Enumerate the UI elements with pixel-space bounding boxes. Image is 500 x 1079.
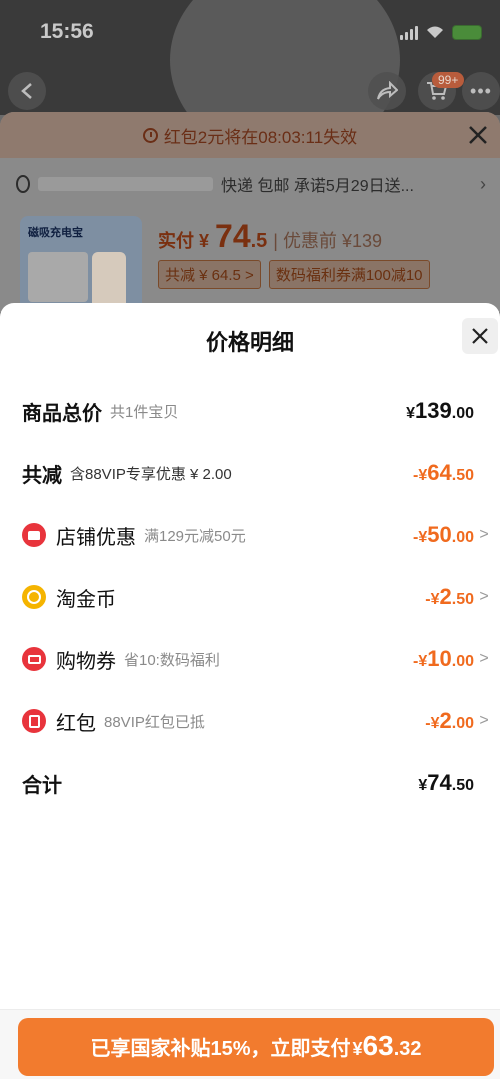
pay-now-button[interactable]: 已享国家补贴15%，立即支付 ¥ 63 .32: [18, 1018, 494, 1076]
red-packet-countdown: 红包2元将在08:03:11失效: [0, 112, 500, 158]
red-packet-icon: [22, 709, 46, 733]
amount-integer: 50: [427, 522, 452, 547]
pay-button-decimal: .32: [393, 1038, 422, 1060]
back-button[interactable]: [8, 72, 46, 110]
row-label: 红包: [56, 712, 96, 735]
subtotal-row: 商品总价 共1件宝贝 ¥139.00: [22, 396, 490, 426]
product-thumbnail[interactable]: 磁吸充电宝: [20, 216, 142, 314]
shop-discount-row[interactable]: 店铺优惠 满129元减50元 -¥ 50.00 >: [22, 520, 490, 550]
row-amount: -¥ 10.00: [413, 646, 474, 672]
wifi-icon: [427, 26, 443, 38]
amount-integer: 10: [427, 646, 452, 671]
amount-integer: 64: [427, 460, 452, 485]
product-box-image: [28, 252, 88, 302]
chevron-right-icon: >: [479, 588, 489, 605]
background-photo: [170, 0, 400, 115]
pay-button-integer: 63: [362, 1030, 394, 1061]
background-close-button[interactable]: [468, 120, 488, 152]
price-integer: 74: [215, 218, 251, 254]
address-blurred: [38, 177, 213, 191]
amount-decimal: .50: [451, 777, 474, 794]
pay-button-text: 已享国家补贴15%，立即支付: [90, 1038, 351, 1060]
background-header: 15:56 99+ •••: [0, 0, 500, 115]
row-label: 淘金币: [56, 588, 116, 611]
row-amount: ¥139.00: [406, 398, 474, 424]
row-amount: -¥ 50.00: [413, 522, 474, 548]
row-sub: 88VIP红包已抵: [104, 713, 205, 731]
amount-decimal: .00: [451, 405, 474, 422]
delivery-text: 快递 包邮 承诺5月29日送...: [221, 178, 414, 195]
total-discount-row: 共减 含88VIP专享优惠 ¥ 2.00 -¥ 64.50: [22, 458, 490, 488]
chevron-right-icon: >: [479, 650, 489, 667]
red-packet-row[interactable]: 红包 88VIP红包已抵 -¥ 2.00 >: [22, 706, 490, 736]
countdown-text: 红包2元将在08:03:11失效: [163, 127, 358, 147]
price-label: 实付 ¥: [158, 231, 210, 251]
row-label: 共减: [22, 464, 62, 487]
amount-integer: 2: [439, 708, 452, 733]
amount-decimal: .00: [451, 653, 474, 670]
amount-decimal: .00: [451, 529, 474, 546]
amount-currency: ¥: [406, 405, 416, 422]
row-amount: -¥ 2.50: [425, 584, 474, 610]
address-row[interactable]: 快递 包邮 承诺5月29日送... ›: [16, 172, 486, 196]
amount-currency: ¥: [418, 777, 428, 794]
close-icon: [472, 328, 488, 344]
amount-currency: -¥: [425, 715, 440, 732]
close-icon: [469, 126, 487, 144]
sheet-close-button[interactable]: [462, 318, 498, 354]
status-icons: [400, 24, 482, 40]
row-amount: -¥ 64.50: [413, 460, 474, 486]
background-price: 实付 ¥ 74.5 | 优惠前 ¥139: [158, 218, 382, 255]
product-thumbnail-title: 磁吸充电宝: [28, 227, 83, 239]
amount-decimal: .50: [451, 591, 474, 608]
battery-icon: [452, 24, 482, 40]
ticket-icon: [22, 647, 46, 671]
chevron-right-icon: ›: [480, 173, 486, 194]
grand-total-row: 合计 ¥74.50: [22, 768, 490, 798]
coin-discount-row[interactable]: 淘金币 -¥ 2.50 >: [22, 582, 490, 612]
row-amount: -¥ 2.00: [425, 708, 474, 734]
signal-icon: [400, 24, 418, 40]
row-label: 合计: [22, 774, 62, 797]
discount-total-chip[interactable]: 共减 ¥ 64.5 >: [158, 260, 261, 289]
coupon-chip[interactable]: 数码福利券满100减10: [268, 260, 430, 289]
status-time: 15:56: [40, 20, 94, 43]
amount-currency: -¥: [413, 529, 428, 546]
chevron-right-icon: >: [479, 712, 489, 729]
discount-chips: 共减 ¥ 64.5 > 数码福利券满100减10: [158, 260, 430, 289]
amount-decimal: .00: [451, 715, 474, 732]
amount-integer: 139: [415, 398, 452, 423]
row-label: 商品总价: [22, 402, 102, 425]
price-before-discount: | 优惠前 ¥139: [273, 231, 383, 251]
amount-currency: -¥: [425, 591, 440, 608]
clock-icon: [142, 127, 158, 143]
row-label: 店铺优惠: [56, 526, 136, 549]
row-sub: 省10:数码福利: [124, 651, 220, 669]
amount-decimal: .50: [451, 467, 474, 484]
cart-badge: 99+: [432, 72, 465, 88]
amount-currency: -¥: [413, 653, 428, 670]
location-pin-icon: [16, 175, 30, 193]
row-label: 购物券: [56, 650, 116, 673]
share-icon: [377, 81, 398, 100]
coin-icon: [22, 585, 46, 609]
price-decimal: .5: [250, 230, 268, 252]
shop-icon: [22, 523, 46, 547]
pay-button-currency: ¥: [352, 1039, 363, 1059]
price-detail-sheet: 价格明细 商品总价 共1件宝贝 ¥139.00 共减 含88VIP专享优惠 ¥ …: [0, 303, 500, 1079]
row-sub: 共1件宝贝: [110, 403, 179, 421]
row-sub: 满129元减50元: [144, 527, 246, 545]
more-button[interactable]: •••: [462, 72, 500, 110]
row-amount: ¥74.50: [418, 770, 474, 796]
amount-currency: -¥: [413, 467, 428, 484]
amount-integer: 2: [439, 584, 452, 609]
amount-integer: 74: [427, 770, 452, 795]
share-button[interactable]: [368, 72, 406, 110]
sheet-title: 价格明细: [205, 330, 294, 355]
row-sub: 含88VIP专享优惠 ¥ 2.00: [70, 465, 232, 483]
more-icon: •••: [470, 80, 492, 101]
chevron-left-icon: [21, 83, 32, 99]
shopping-coupon-row[interactable]: 购物券 省10:数码福利 -¥ 10.00 >: [22, 644, 490, 674]
chevron-right-icon: >: [479, 526, 489, 543]
